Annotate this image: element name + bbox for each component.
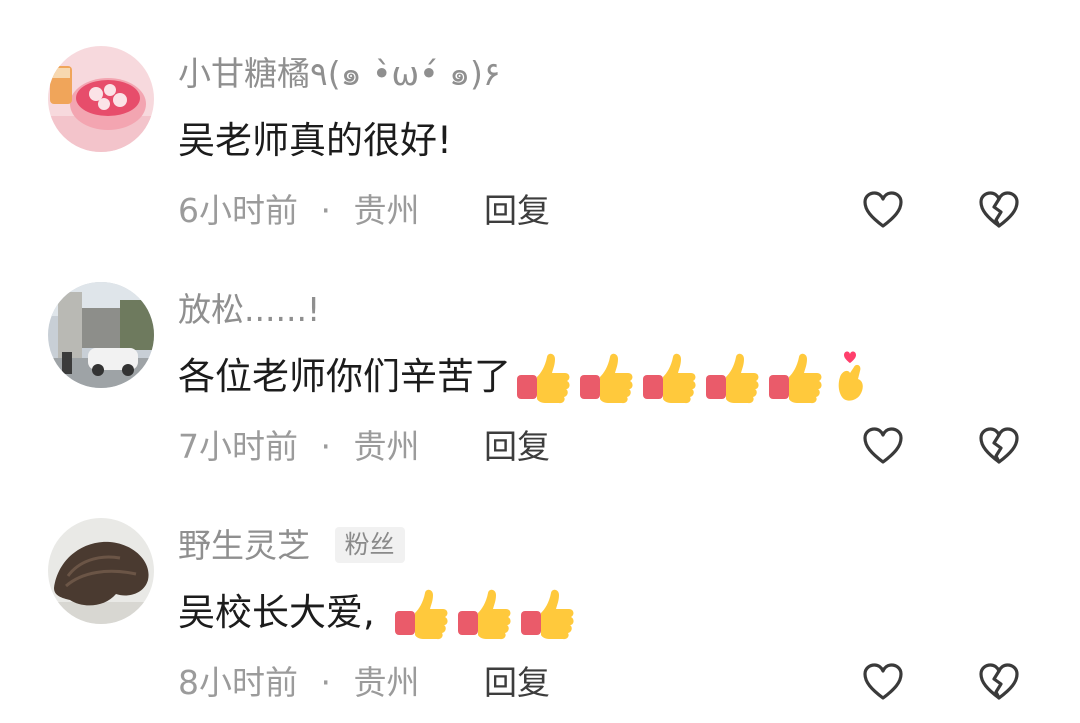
reply-button[interactable]: 回复 <box>484 427 550 467</box>
heart-outline-icon[interactable] <box>862 426 904 466</box>
thumbs-up-emoji <box>706 353 759 404</box>
comment-meta: 8小时前 · 贵州 <box>178 663 420 703</box>
thumbs-up-emoji <box>580 353 633 404</box>
thumbs-up-emoji <box>643 353 696 404</box>
emoji-group <box>515 349 870 405</box>
fan-badge: 粉丝 <box>334 526 405 563</box>
meta-separator: · <box>320 663 332 702</box>
heart-outline-icon[interactable] <box>862 662 904 702</box>
avatar[interactable] <box>48 282 154 388</box>
comment-time: 7小时前 <box>178 427 298 466</box>
comment-text: 各位老师你们辛苦了 <box>178 355 511 398</box>
broken-heart-outline-icon[interactable] <box>978 426 1020 466</box>
comment-text: 吴校长大爱, <box>178 591 375 634</box>
comment-item: 野生灵芝 粉丝 吴校长大爱, 8小时前 · 贵州 回复 <box>0 0 1080 702</box>
thumbs-up-emoji <box>517 353 570 404</box>
meta-separator: · <box>320 427 332 466</box>
thumbs-up-emoji <box>520 589 574 640</box>
crossed-fingers-heart-emoji <box>839 351 864 401</box>
comment-time: 8小时前 <box>178 663 298 702</box>
thumbs-up-emoji <box>394 589 448 640</box>
comment-location: 贵州 <box>353 427 420 466</box>
broken-heart-outline-icon[interactable] <box>978 662 1020 702</box>
thumbs-up-emoji <box>457 589 511 640</box>
username[interactable]: 放松......! <box>178 290 320 330</box>
username[interactable]: 野生灵芝 粉丝 <box>178 526 405 566</box>
avatar[interactable] <box>48 518 154 624</box>
reply-button[interactable]: 回复 <box>484 663 550 703</box>
emoji-group <box>393 585 577 641</box>
comment-text-line: 各位老师你们辛苦了 <box>178 349 870 405</box>
username-text: 野生灵芝 <box>178 526 310 565</box>
comment-meta: 7小时前 · 贵州 <box>178 427 420 467</box>
comment-location: 贵州 <box>353 663 420 702</box>
comment-text-line: 吴校长大爱, <box>178 585 577 641</box>
thumbs-up-emoji <box>769 353 822 404</box>
username-text: 放松......! <box>178 290 321 329</box>
